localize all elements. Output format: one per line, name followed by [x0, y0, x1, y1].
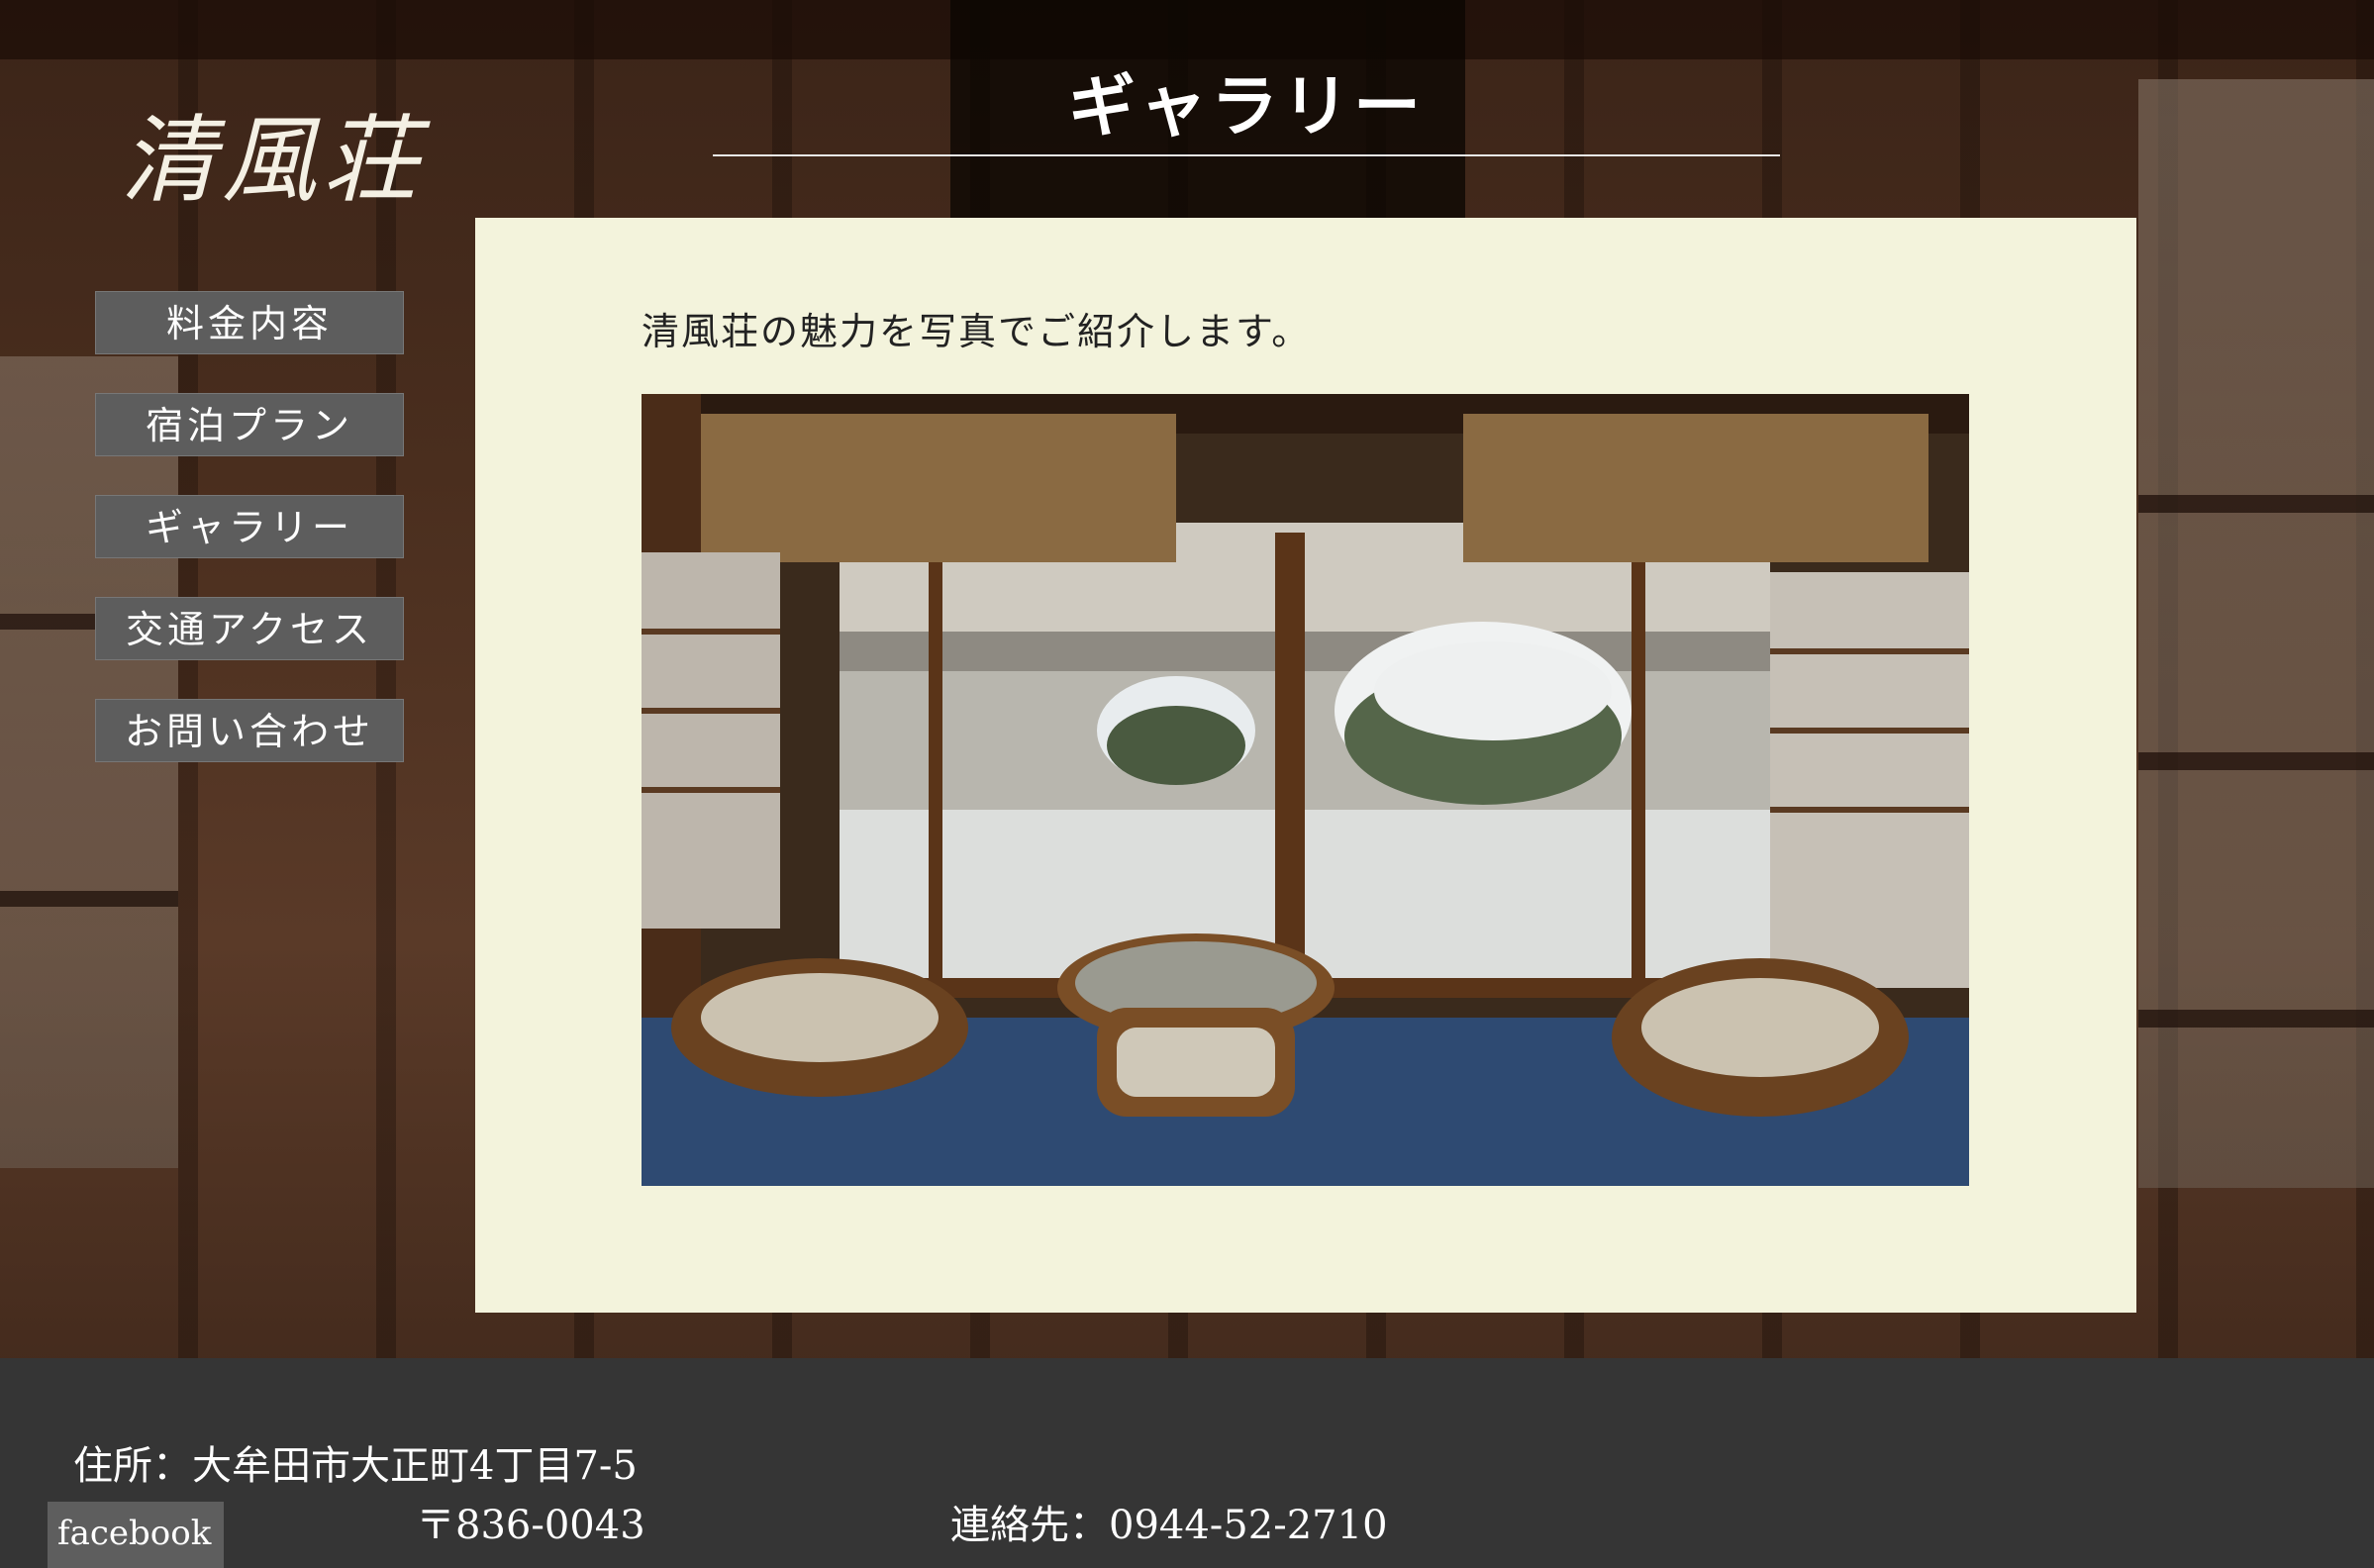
title-divider — [713, 154, 1780, 156]
nav-item-pricing[interactable]: 料金内容 — [95, 291, 404, 354]
gallery-content-panel: 清風荘の魅力を写真でご紹介します。 — [475, 218, 2136, 1313]
gallery-photo — [642, 394, 1969, 1186]
nav-item-access[interactable]: 交通アクセス — [95, 597, 404, 660]
gallery-intro-text: 清風荘の魅力を写真でご紹介します。 — [642, 310, 1312, 353]
footer-contact: 連絡先：0944-52-2710 — [950, 1503, 1388, 1548]
facebook-link[interactable]: facebook — [48, 1502, 224, 1568]
nav-item-contact[interactable]: お問い合わせ — [95, 699, 404, 762]
site-footer: 住所：大牟田市大正町4丁目7-5 〒836-0043 連絡先：0944-52-2… — [0, 1358, 2374, 1568]
page-title: ギャラリー — [1067, 67, 1425, 147]
footer-address: 住所：大牟田市大正町4丁目7-5 — [73, 1443, 638, 1489]
site-logo[interactable]: 清風荘 — [121, 83, 424, 221]
nav-item-plans[interactable]: 宿泊プラン — [95, 393, 404, 456]
footer-postal-code: 〒836-0043 — [416, 1503, 645, 1548]
nav-item-gallery[interactable]: ギャラリー — [95, 495, 404, 558]
side-nav: 料金内容 宿泊プラン ギャラリー 交通アクセス お問い合わせ — [95, 291, 404, 801]
